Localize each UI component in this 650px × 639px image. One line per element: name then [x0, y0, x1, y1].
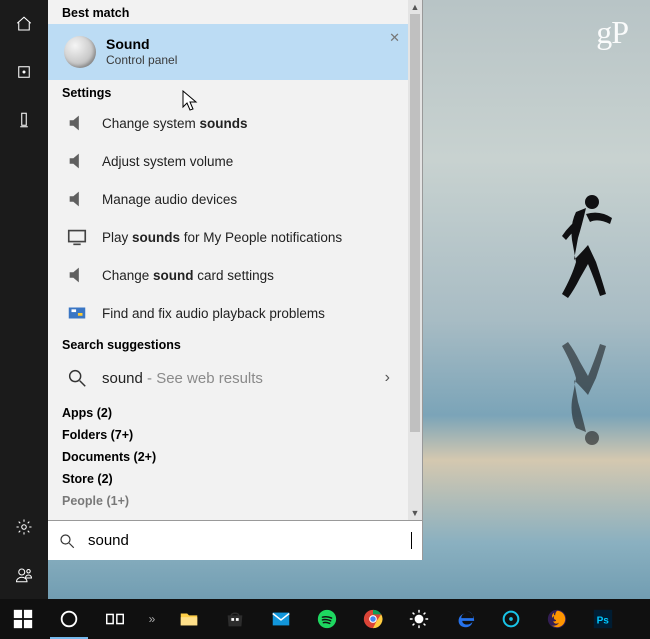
- rail-box-icon[interactable]: [0, 48, 48, 96]
- svg-text:Ps: Ps: [597, 616, 610, 627]
- text-caret: [411, 532, 412, 549]
- speaker-icon: [66, 150, 88, 172]
- settings-item-sound-card[interactable]: Change sound card settings: [48, 256, 408, 294]
- search-results-panel: Best match Sound Control panel ✕ Setting…: [48, 0, 423, 560]
- category-store[interactable]: Store (2): [48, 466, 408, 488]
- taskbar-chrome[interactable]: [350, 599, 396, 639]
- task-view-button[interactable]: [92, 599, 138, 639]
- start-left-rail: [0, 0, 48, 599]
- speaker-round-icon: [64, 36, 96, 68]
- search-icon: [66, 367, 88, 389]
- taskbar-photoshop[interactable]: Ps: [580, 599, 626, 639]
- settings-item-adjust-volume[interactable]: Adjust system volume: [48, 142, 408, 180]
- watermark-text: gP: [596, 14, 628, 51]
- search-suggestions-header: Search suggestions: [48, 332, 408, 356]
- settings-item-change-system-sounds[interactable]: Change system sounds: [48, 104, 408, 142]
- result-label: Manage audio devices: [102, 192, 237, 207]
- scroll-up-arrow-icon[interactable]: ▲: [408, 0, 422, 14]
- settings-item-manage-audio[interactable]: Manage audio devices: [48, 180, 408, 218]
- rail-home-icon[interactable]: [0, 0, 48, 48]
- category-apps[interactable]: Apps (2): [48, 400, 408, 422]
- result-label: Find and fix audio playback problems: [102, 306, 325, 321]
- speaker-icon: [66, 188, 88, 210]
- start-button[interactable]: [0, 599, 46, 639]
- taskbar-brightness[interactable]: [396, 599, 442, 639]
- result-label: Adjust system volume: [102, 154, 233, 169]
- mouse-cursor: [182, 90, 199, 114]
- taskbar-mail[interactable]: [258, 599, 304, 639]
- web-suggestion-item[interactable]: sound - See web results ›: [48, 356, 408, 400]
- best-match-result[interactable]: Sound Control panel ✕: [48, 24, 408, 80]
- results-scroll-area: Best match Sound Control panel ✕ Setting…: [48, 0, 422, 520]
- wallpaper-runner-figure: [552, 190, 622, 300]
- rail-settings-icon[interactable]: [0, 503, 48, 551]
- search-icon: [58, 532, 76, 550]
- vertical-scrollbar[interactable]: ▲ ▼: [408, 0, 422, 520]
- chevron-right-icon: ›: [385, 369, 396, 387]
- scroll-down-arrow-icon[interactable]: ▼: [408, 506, 422, 520]
- taskbar-firefox[interactable]: [534, 599, 580, 639]
- best-match-title: Sound: [106, 36, 177, 54]
- taskbar-circle-app[interactable]: [488, 599, 534, 639]
- result-label: Play sounds for My People notifications: [102, 230, 342, 245]
- taskbar-edge[interactable]: [442, 599, 488, 639]
- settings-header: Settings: [48, 80, 408, 104]
- category-documents[interactable]: Documents (2+): [48, 444, 408, 466]
- scrollbar-thumb[interactable]: [410, 14, 420, 432]
- result-label: Change system sounds: [102, 116, 248, 131]
- monitor-icon: [66, 226, 88, 248]
- rail-device-icon[interactable]: [0, 96, 48, 144]
- speaker-icon: [66, 264, 88, 286]
- category-people[interactable]: People (1+): [48, 488, 408, 510]
- cortana-button[interactable]: [46, 599, 92, 639]
- best-match-header: Best match: [48, 0, 408, 24]
- speaker-icon: [66, 112, 88, 134]
- close-icon[interactable]: ✕: [389, 30, 400, 46]
- best-match-subtitle: Control panel: [106, 53, 177, 68]
- taskbar-file-explorer[interactable]: [166, 599, 212, 639]
- overflow-chevrons-icon[interactable]: »: [138, 599, 166, 639]
- taskbar-store[interactable]: [212, 599, 258, 639]
- category-folders[interactable]: Folders (7+): [48, 422, 408, 444]
- desktop-wallpaper: gP Best match Sound Control panel ✕ Sett…: [0, 0, 650, 639]
- troubleshoot-icon: [66, 302, 88, 324]
- rail-account-icon[interactable]: [0, 551, 48, 599]
- search-input[interactable]: [86, 531, 410, 550]
- result-label: Change sound card settings: [102, 268, 274, 283]
- suggestion-label: sound - See web results: [102, 370, 263, 387]
- taskbar: » Ps: [0, 599, 650, 639]
- wallpaper-runner-reflection: [552, 340, 622, 450]
- settings-item-troubleshoot-audio[interactable]: Find and fix audio playback problems: [48, 294, 408, 332]
- search-box[interactable]: [48, 520, 422, 560]
- settings-item-my-people-sounds[interactable]: Play sounds for My People notifications: [48, 218, 408, 256]
- taskbar-spotify[interactable]: [304, 599, 350, 639]
